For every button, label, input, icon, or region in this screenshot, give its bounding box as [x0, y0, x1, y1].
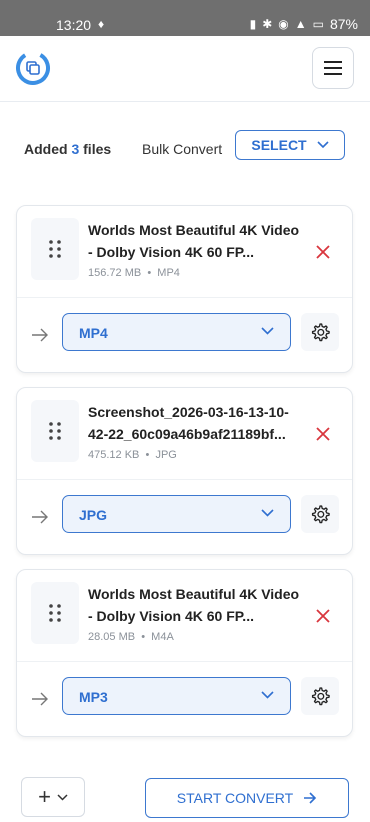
battery-percent: 87% — [329, 16, 358, 32]
chevron-down-icon — [261, 509, 274, 517]
chevron-down-icon — [261, 691, 274, 699]
output-format-select[interactable]: MP3 — [62, 677, 291, 715]
bulk-convert-label: Bulk Convert — [142, 141, 223, 157]
plus-icon: + — [38, 784, 51, 809]
wifi-icon: ◉ — [278, 17, 289, 31]
status-time: 13:20 — [56, 17, 92, 33]
drag-handle[interactable] — [31, 218, 79, 280]
notification-icon: ♦ — [98, 17, 105, 31]
remove-file-button[interactable] — [311, 240, 335, 264]
bulk-select-button[interactable]: SELECT — [235, 130, 345, 160]
output-format-select[interactable]: JPG — [62, 495, 291, 533]
convert-logo-icon[interactable] — [15, 50, 51, 86]
gear-icon — [311, 505, 330, 524]
settings-button[interactable] — [301, 677, 339, 715]
drag-dots-icon — [49, 604, 61, 622]
output-format-value: JPG — [79, 507, 108, 523]
vibrate-icon: ▮ — [249, 17, 257, 31]
gear-icon — [311, 323, 330, 342]
drag-dots-icon — [49, 422, 61, 440]
hamburger-menu-icon — [324, 61, 342, 75]
arrow-right-icon — [304, 792, 317, 804]
start-convert-button[interactable]: START CONVERT — [145, 778, 349, 818]
output-format-select[interactable]: MP4 — [62, 313, 291, 351]
status-icons: ▮ ✱ ◉ ▲ ▭ 87% — [250, 16, 358, 32]
settings-button[interactable] — [301, 313, 339, 351]
file-meta: 28.05 MB • M4A — [88, 631, 174, 643]
settings-button[interactable] — [301, 495, 339, 533]
remove-file-button[interactable] — [311, 604, 335, 628]
output-format-value: MP4 — [79, 325, 108, 341]
start-convert-label: START CONVERT — [176, 790, 294, 806]
status-bar: 13:20 ♦ ▮ ✱ ◉ ▲ ▭ 87% — [0, 0, 370, 36]
file-name: Screenshot_2026-03-16-13-10-42-22_60c09a… — [88, 404, 289, 442]
chevron-down-icon — [317, 141, 329, 149]
added-files-text: Added 3 files — [24, 141, 112, 157]
close-icon — [316, 245, 330, 259]
add-files-button[interactable]: + — [21, 777, 85, 817]
signal-icon: ▲ — [294, 17, 307, 31]
files-summary: Added 3 files Bulk Convert SELECT — [24, 130, 354, 164]
file-meta: 475.12 KB • JPG — [88, 449, 177, 461]
file-info: Worlds Most Beautiful 4K Video - Dolby V… — [17, 570, 352, 662]
close-icon — [316, 427, 330, 441]
file-info: Worlds Most Beautiful 4K Video - Dolby V… — [17, 206, 352, 298]
file-info: Screenshot_2026-03-16-13-10-42-22_60c09a… — [17, 388, 352, 480]
drag-handle[interactable] — [31, 582, 79, 644]
chevron-down-icon — [261, 327, 274, 335]
arrow-right-icon — [32, 510, 48, 524]
battery-icon: ▭ — [312, 17, 324, 31]
file-card: Worlds Most Beautiful 4K Video - Dolby V… — [16, 569, 353, 737]
chevron-down-icon — [57, 793, 68, 801]
close-icon — [316, 609, 330, 623]
output-format-value: MP3 — [79, 689, 108, 705]
gear-icon — [311, 687, 330, 706]
bluetooth-icon: ✱ — [262, 17, 273, 31]
file-meta: 156.72 MB • MP4 — [88, 267, 180, 279]
app-header — [0, 36, 370, 102]
remove-file-button[interactable] — [311, 422, 335, 446]
arrow-right-icon — [32, 328, 48, 342]
file-name: Worlds Most Beautiful 4K Video - Dolby V… — [88, 222, 300, 260]
drag-handle[interactable] — [31, 400, 79, 462]
file-card: Screenshot_2026-03-16-13-10-42-22_60c09a… — [16, 387, 353, 555]
drag-dots-icon — [49, 240, 61, 258]
menu-button[interactable] — [312, 47, 354, 89]
file-card: Worlds Most Beautiful 4K Video - Dolby V… — [16, 205, 353, 373]
file-name: Worlds Most Beautiful 4K Video - Dolby V… — [88, 586, 300, 624]
select-label: SELECT — [251, 137, 307, 153]
arrow-right-icon — [32, 692, 48, 706]
file-count: 3 — [71, 141, 80, 157]
